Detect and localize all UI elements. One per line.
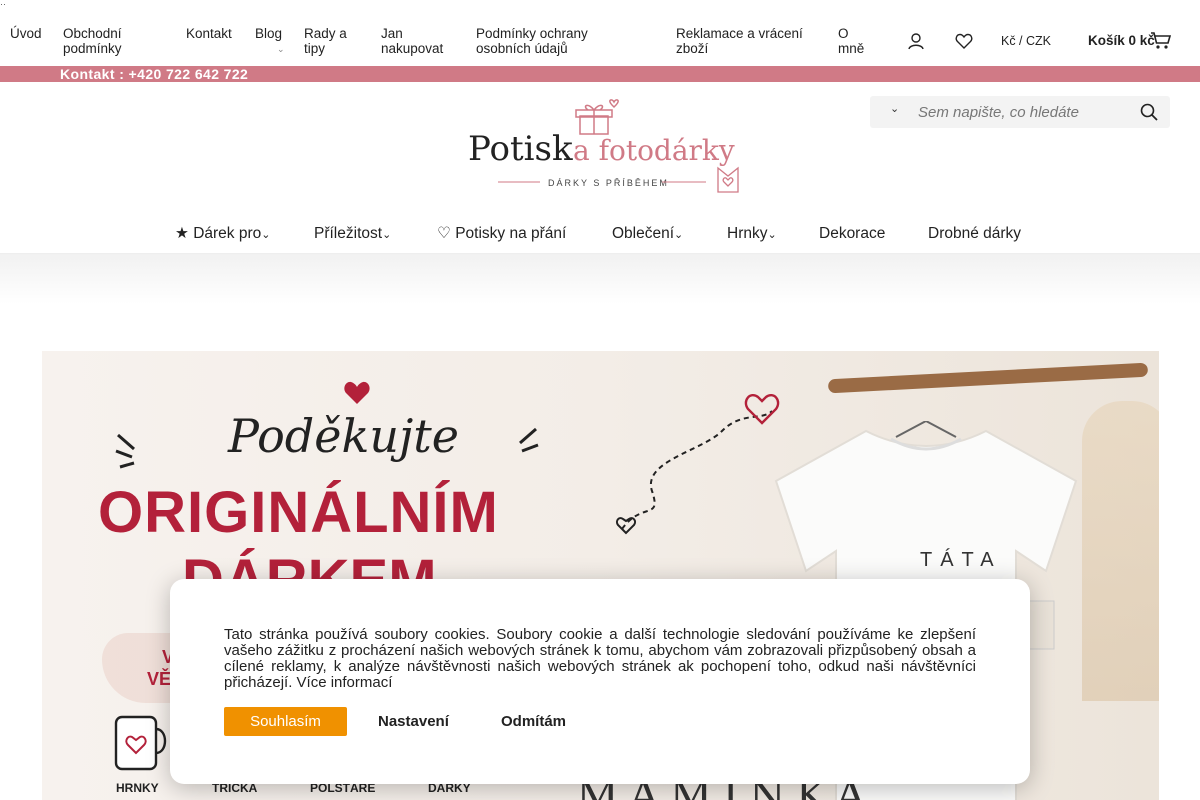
- gift-icon: [575, 99, 619, 135]
- shirt-print-tata: TÁTA: [920, 549, 1002, 571]
- topnav-link-kontakt[interactable]: Kontakt: [186, 26, 232, 41]
- nav-hrnky-label: Hrnky: [727, 225, 768, 242]
- search-box[interactable]: ⌄ Sem napište, co hledáte: [870, 96, 1170, 128]
- accept-cookies-button[interactable]: Souhlasím: [224, 707, 347, 736]
- chevron-down-icon: ⌄: [382, 229, 392, 241]
- heart-icon: [344, 381, 370, 404]
- logo-name-b: a fotodárky: [573, 134, 735, 167]
- heart-icon[interactable]: [954, 31, 974, 51]
- banner-headline-script: Poděkujte: [228, 409, 459, 463]
- topnav-link-jan-nakupovat[interactable]: Jan nakupovat: [381, 26, 453, 56]
- category-label-hrnky: HRNKY: [116, 781, 159, 795]
- tag-heart-icon: [717, 166, 739, 193]
- sparkle-lines-icon: [519, 427, 539, 453]
- contact-bar: Kontakt : +420 722 642 722: [0, 66, 1200, 82]
- nav-darek-pro[interactable]: ★ Dárek pro⌄: [175, 225, 270, 244]
- chevron-down-icon: ⌄: [674, 229, 684, 241]
- user-icon[interactable]: [906, 31, 926, 51]
- chevron-down-icon[interactable]: ⌄: [890, 102, 899, 115]
- cookie-settings-button[interactable]: Nastavení: [378, 707, 449, 736]
- search-input[interactable]: Sem napište, co hledáte: [918, 104, 1079, 121]
- nav-obleceni[interactable]: Oblečení⌄: [612, 225, 683, 244]
- nav-prilezitost[interactable]: Příležitost⌄: [314, 225, 391, 244]
- contact-phone[interactable]: Kontakt : +420 722 642 722: [60, 66, 248, 82]
- chevron-down-icon: ⌄: [261, 229, 271, 241]
- topnav-link-uvod[interactable]: Úvod: [10, 26, 42, 41]
- nav-drobne-darky[interactable]: Drobné dárky: [928, 225, 1021, 243]
- corner-marker: ··: [0, 0, 6, 9]
- topnav-link-o-mne[interactable]: O mně: [838, 26, 878, 56]
- nav-darek-pro-label: ★ Dárek pro: [175, 225, 262, 242]
- currency-selector[interactable]: Kč / CZK: [1001, 34, 1051, 49]
- main-navigation: ★ Dárek pro⌄ Příležitost⌄ ♡ Potisky na p…: [0, 222, 1200, 246]
- cart-icon[interactable]: [1150, 30, 1172, 50]
- cart-link[interactable]: Košík 0 kč: [1088, 33, 1155, 48]
- site-header: Potisk a fotodárky DÁRKY S PŘÍBĚHEM ⌄ Se…: [0, 82, 1200, 254]
- promo-text-line2: VĚ: [147, 669, 172, 689]
- chevron-down-icon[interactable]: ⌄: [277, 44, 285, 55]
- search-icon[interactable]: [1140, 103, 1158, 121]
- nav-potisky-na-prani[interactable]: ♡ Potisky na přání: [437, 225, 566, 243]
- hanger-branch-decoration: [827, 362, 1149, 394]
- top-navigation: ·· Úvod Obchodní podmínky Kontakt Blog ⌄…: [0, 0, 1200, 66]
- topnav-link-rady-a-tipy[interactable]: Rady a tipy: [304, 26, 364, 56]
- cookie-consent-dialog: Tato stránka používá soubory cookies. So…: [170, 579, 1030, 784]
- nav-hrnky[interactable]: Hrnky⌄: [727, 225, 777, 244]
- mug-icon: [114, 715, 167, 771]
- header-shadow: [0, 254, 1200, 304]
- reject-cookies-button[interactable]: Odmítám: [501, 707, 566, 736]
- cookie-consent-text: Tato stránka používá soubory cookies. So…: [224, 626, 976, 691]
- banner-headline-main: ORIGINÁLNÍM: [98, 480, 499, 545]
- sparkle-lines-icon: [115, 433, 135, 469]
- topnav-link-podminky-ochrany[interactable]: Podmínky ochrany osobních údajů: [476, 26, 636, 56]
- topnav-link-obchodni-podminky[interactable]: Obchodní podmínky: [63, 26, 153, 56]
- logo-tagline: DÁRKY S PŘÍBĚHEM: [548, 178, 669, 188]
- nav-obleceni-label: Oblečení: [612, 225, 675, 242]
- site-logo[interactable]: Potisk a fotodárky DÁRKY S PŘÍBĚHEM: [466, 96, 746, 198]
- logo-name-a: Potisk: [468, 129, 573, 169]
- nav-dekorace[interactable]: Dekorace: [819, 225, 885, 243]
- topnav-link-blog[interactable]: Blog: [255, 26, 282, 41]
- topnav-link-reklamace[interactable]: Reklamace a vrácení zboží: [676, 26, 816, 56]
- nav-prilezitost-label: Příležitost: [314, 225, 383, 242]
- chevron-down-icon: ⌄: [767, 229, 777, 241]
